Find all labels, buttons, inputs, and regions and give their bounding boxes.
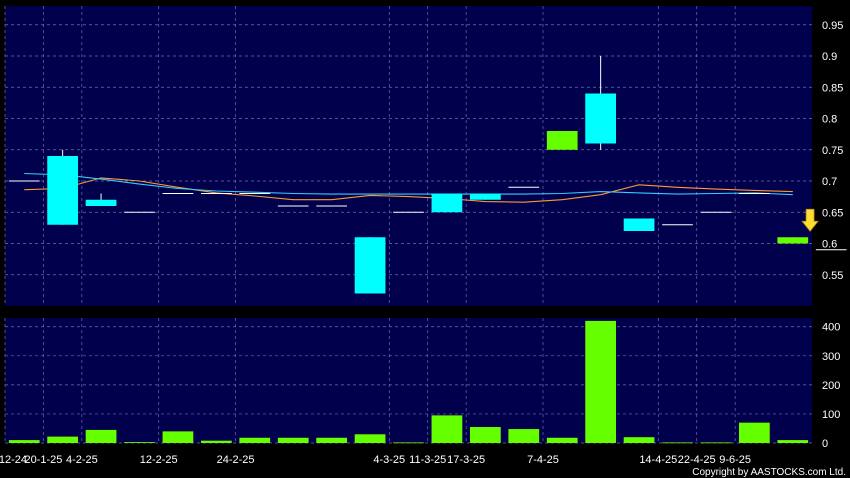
candle-up	[546, 131, 578, 150]
x-tick-label: 4-3-25	[373, 454, 405, 466]
volume-plot-area	[5, 318, 812, 443]
volume-bar	[777, 440, 809, 443]
volume-bar	[623, 437, 655, 443]
volume-bar	[546, 437, 578, 443]
volume-bar	[585, 320, 617, 443]
candle-down	[469, 193, 501, 200]
x-tick-label: 30-12-24	[0, 454, 27, 466]
candle-down	[354, 237, 386, 294]
candle-down	[85, 199, 117, 206]
volume-bar	[431, 415, 463, 443]
x-tick-label: 9-6-25	[719, 454, 751, 466]
candle-down	[47, 156, 79, 225]
price-y-tick-label: 0.95	[822, 20, 843, 32]
volume-bar	[738, 422, 770, 443]
volume-bar	[354, 434, 386, 443]
volume-bar	[700, 442, 732, 444]
x-tick-label: 17-3-25	[447, 454, 485, 466]
price-y-tick-label: 0.75	[822, 145, 843, 157]
volume-bar	[393, 442, 424, 444]
volume-bar	[124, 442, 155, 443]
volume-bar	[162, 431, 194, 443]
price-y-tick-label: 0.7	[822, 176, 837, 188]
x-tick-label: 4-2-25	[66, 454, 98, 466]
price-plot-area	[5, 6, 812, 306]
volume-bar	[47, 436, 79, 443]
x-axis: 30-12-2420-1-25 4-2-25 12-2-25 24-2-25 4-3-2…	[0, 454, 751, 466]
volume-bar	[239, 437, 271, 443]
x-tick-label: 24-2-25	[217, 454, 255, 466]
x-tick-label: 14-4-25	[639, 454, 677, 466]
price-y-tick-label: 0.65	[822, 207, 843, 219]
price-panel: 0.95 0.9 0.85 0.8 0.75 0.7 0.65 0.6 0.55	[4, 6, 847, 306]
volume-panel: 400 300 200 100 0	[4, 318, 840, 450]
candle-down	[623, 218, 655, 231]
stock-chart: 0.95 0.9 0.85 0.8 0.75 0.7 0.65 0.6 0.55 400 300 2…	[0, 6, 847, 478]
volume-bar	[316, 437, 348, 443]
volume-bar	[200, 440, 232, 443]
x-tick-label: 11-3-25	[409, 454, 446, 466]
volume-y-tick-label: 200	[822, 380, 840, 392]
candle-up	[777, 237, 809, 244]
copyright-text: Copyright by AASTOCKS.com Ltd.	[692, 467, 846, 478]
price-y-tick-label: 0.6	[822, 239, 837, 251]
price-y-tick-label: 0.8	[822, 114, 837, 126]
price-y-tick-label: 0.55	[822, 270, 843, 282]
x-tick-label: 12-2-25	[140, 454, 178, 466]
volume-bar	[8, 440, 40, 443]
volume-bar	[469, 427, 501, 443]
price-y-tick-label: 0.9	[822, 51, 837, 63]
price-y-tick-label: 0.85	[822, 82, 843, 94]
volume-bar	[277, 437, 309, 443]
x-tick-label: 20-1-25	[24, 454, 62, 466]
x-tick-label: 22-4-25	[678, 454, 716, 466]
volume-y-tick-label: 0	[822, 438, 828, 450]
volume-y-tick-label: 300	[822, 351, 840, 363]
volume-bar	[662, 442, 693, 444]
candle-down	[585, 93, 617, 144]
x-tick-label: 7-4-25	[527, 454, 559, 466]
volume-bar	[85, 429, 117, 443]
volume-bar	[508, 429, 540, 443]
volume-y-tick-label: 400	[822, 322, 840, 334]
volume-y-tick-label: 100	[822, 409, 840, 421]
candle-down	[431, 193, 463, 213]
